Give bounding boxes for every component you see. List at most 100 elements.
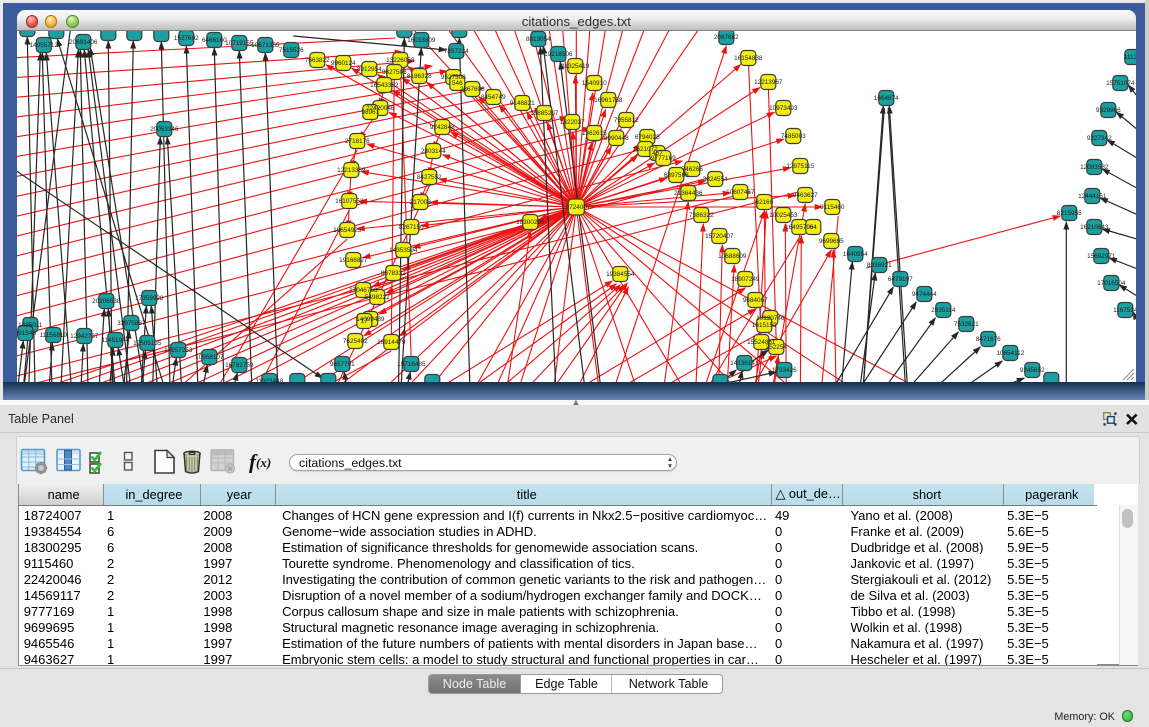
svg-text:17957253: 17957253: [164, 347, 193, 354]
svg-text:2803144: 2803144: [421, 148, 446, 155]
svg-text:6794028: 6794028: [635, 134, 660, 141]
svg-text:16782759: 16782759: [225, 362, 254, 369]
svg-text:7663822: 7663822: [305, 57, 330, 64]
svg-text:16107552: 16107552: [335, 198, 364, 205]
svg-text:15885207: 15885207: [530, 110, 559, 117]
svg-text:6479197: 6479197: [888, 276, 913, 283]
svg-text:7485003: 7485003: [781, 133, 806, 140]
svg-text:391543: 391543: [17, 330, 36, 337]
svg-text:14055712: 14055712: [29, 42, 58, 49]
svg-text:8454749: 8454749: [481, 94, 506, 101]
svg-text:12213369: 12213369: [337, 167, 366, 174]
svg-text:17016504: 17016504: [1097, 280, 1126, 287]
svg-text:16033809: 16033809: [407, 37, 436, 44]
svg-text:8678332: 8678332: [381, 270, 406, 277]
svg-text:10671355: 10671355: [251, 42, 280, 49]
svg-text:1640954: 1640954: [843, 251, 868, 258]
svg-text:9777169: 9777169: [651, 155, 676, 162]
svg-text:2718176: 2718176: [345, 138, 370, 145]
svg-text:8427552: 8427552: [417, 174, 442, 181]
svg-text:11451944: 11451944: [101, 337, 129, 344]
svg-text:8912954: 8912954: [357, 66, 382, 73]
svg-text:9463627: 9463627: [793, 192, 818, 199]
svg-text:17: 17: [360, 318, 368, 325]
svg-text:11156819: 11156819: [39, 332, 67, 339]
svg-text:8813054: 8813054: [526, 36, 551, 43]
svg-text:6466160: 6466160: [202, 37, 227, 44]
svg-text:15716485: 15716485: [397, 361, 426, 368]
svg-text:10973493: 10973493: [769, 105, 798, 112]
svg-text:21364436: 21364436: [674, 190, 703, 197]
svg-text:19384554: 19384554: [606, 271, 635, 278]
svg-text:1615152: 1615152: [752, 322, 777, 329]
svg-text:1733426: 1733426: [772, 367, 797, 374]
svg-text:20053346: 20053346: [150, 126, 179, 133]
svg-text:17359928: 17359928: [135, 295, 164, 302]
svg-text:5498222: 5498222: [365, 294, 390, 301]
svg-text:20691406: 20691406: [69, 39, 98, 46]
svg-text:14136141: 14136141: [730, 360, 759, 367]
svg-text:12093582: 12093582: [1080, 164, 1109, 171]
svg-text:8215955: 8215955: [1057, 210, 1082, 217]
svg-text:8471676: 8471676: [976, 336, 1001, 343]
svg-text:15751074: 15751074: [1106, 80, 1135, 87]
svg-text:12213967: 12213967: [754, 79, 783, 86]
svg-text:8186328: 8186328: [407, 73, 432, 80]
svg-text:19218506: 19218506: [544, 51, 573, 58]
svg-text:8938921: 8938921: [867, 262, 892, 269]
svg-text:8267150: 8267150: [399, 224, 424, 231]
svg-text:6897568: 6897568: [664, 172, 689, 179]
svg-text:10688609: 10688609: [718, 253, 747, 260]
svg-text:7532621: 7532621: [954, 321, 979, 328]
svg-text:12444151: 12444151: [1078, 193, 1107, 200]
svg-text:9960124: 9960124: [331, 60, 356, 67]
svg-text:2935114: 2935114: [931, 307, 956, 314]
svg-text:252254: 252254: [765, 344, 787, 351]
svg-text:8990448: 8990448: [604, 135, 629, 142]
svg-text:12505135: 12505135: [133, 340, 162, 347]
svg-text:98961: 98961: [361, 109, 379, 116]
svg-text:16154838: 16154838: [734, 55, 763, 62]
svg-text:9827506: 9827506: [382, 69, 407, 76]
svg-text:10025453: 10025453: [769, 212, 798, 219]
svg-text:19654925: 19654925: [333, 227, 362, 234]
svg-text:746266: 746266: [681, 166, 703, 173]
svg-text:9699695: 9699695: [819, 238, 844, 245]
svg-text:10120746: 10120746: [756, 315, 785, 322]
svg-text:18724007: 18724007: [562, 204, 591, 211]
svg-text:19166827: 19166827: [339, 257, 368, 264]
svg-text:3824554: 3824554: [703, 176, 728, 183]
svg-text:15692971: 15692971: [1087, 253, 1116, 260]
svg-text:16914479: 16914479: [377, 339, 406, 346]
svg-text:10719155: 10719155: [225, 40, 254, 47]
svg-text:9474444: 9474444: [912, 291, 937, 298]
svg-text:62160: 62160: [755, 199, 773, 206]
svg-text:9329966: 9329966: [1096, 107, 1121, 114]
svg-text:1167534: 1167534: [1113, 307, 1136, 314]
svg-text:1322037: 1322037: [560, 119, 585, 126]
svg-text:7625402: 7625402: [343, 338, 368, 345]
svg-text:2087682: 2087682: [714, 34, 739, 41]
svg-text:9242848: 9242848: [430, 124, 455, 131]
svg-text:7515526: 7515526: [279, 47, 304, 54]
svg-text:10607467: 10607467: [726, 189, 755, 196]
svg-text:16210643: 16210643: [1080, 224, 1109, 231]
svg-text:9146821: 9146821: [510, 100, 535, 107]
svg-text:1435011: 1435011: [18, 322, 43, 329]
svg-text:7857224: 7857224: [444, 48, 469, 55]
svg-text:10654112: 10654112: [996, 350, 1024, 357]
svg-text:9245652: 9245652: [1020, 367, 1045, 374]
svg-text:9115460: 9115460: [820, 204, 845, 211]
svg-text:14353594: 14353594: [389, 247, 418, 254]
svg-text:16961758: 16961758: [594, 97, 623, 104]
svg-text:9657791: 9657791: [330, 361, 355, 368]
svg-text:64: 64: [809, 224, 817, 231]
svg-text:16543382: 16543382: [370, 82, 399, 89]
svg-text:12942737: 12942737: [70, 333, 99, 340]
svg-text:1664874: 1664874: [874, 95, 899, 102]
svg-text:9684067: 9684067: [743, 297, 768, 304]
svg-text:12975115: 12975115: [786, 163, 814, 170]
svg-text:9227342: 9227342: [1087, 135, 1112, 142]
svg-text:7386322: 7386322: [689, 212, 714, 219]
svg-text:1540910: 1540910: [582, 80, 607, 87]
